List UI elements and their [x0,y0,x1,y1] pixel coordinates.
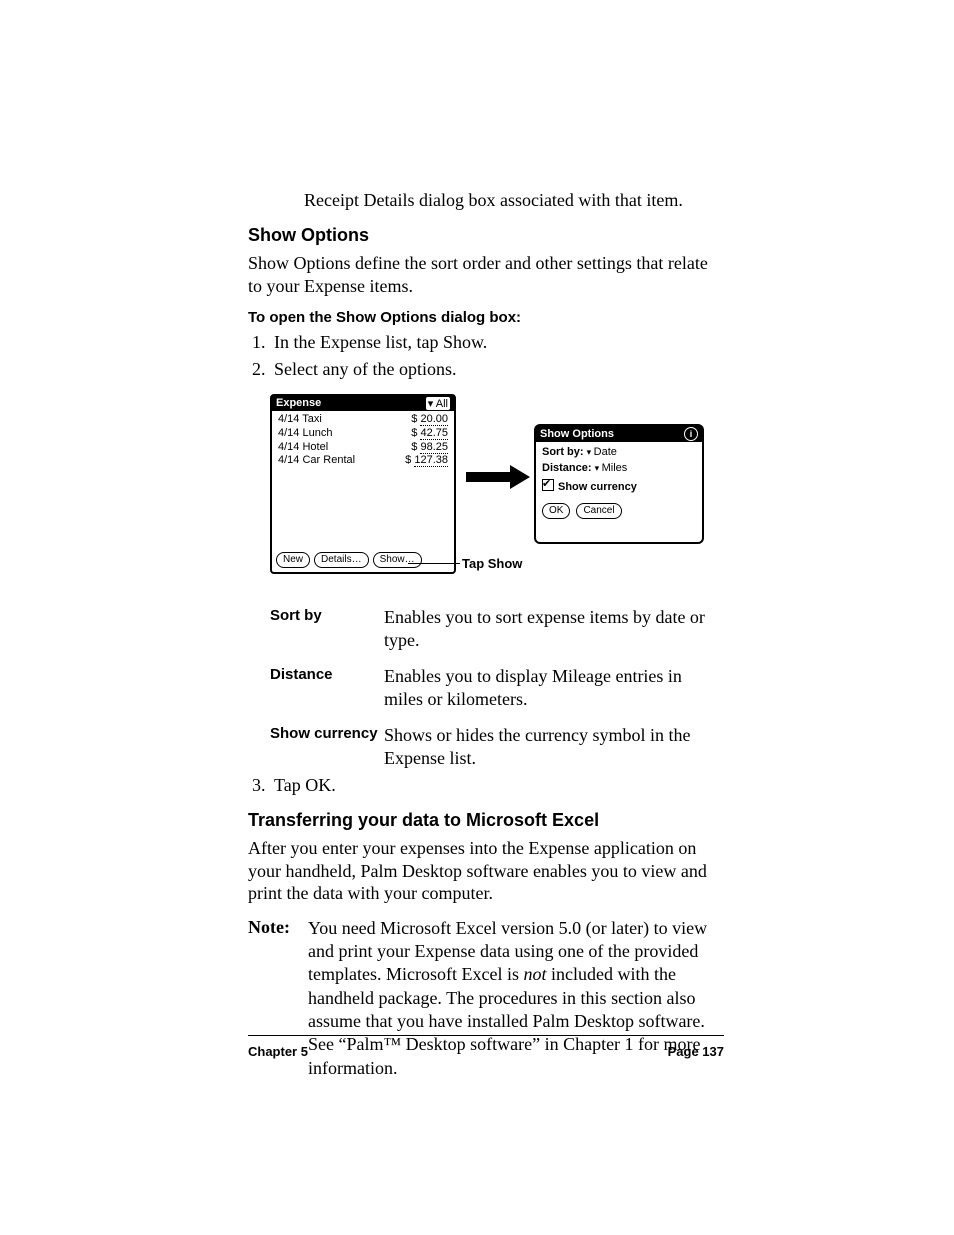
ok-button[interactable]: OK [542,503,570,519]
page-footer: Chapter 5 Page 137 [248,1044,724,1059]
info-icon[interactable]: i [684,427,698,441]
distance-dropdown[interactable]: Miles [595,462,628,474]
def-term-sortby: Sort by [270,606,384,651]
def-desc-showcurrency: Shows or hides the currency symbol in th… [384,724,724,769]
heading-transfer-excel: Transferring your data to Microsoft Exce… [248,810,724,831]
def-term-showcurrency: Show currency [270,724,384,769]
figure-screenshots: Expense ▾ All 4/14 Taxi$ 20.00 4/14 Lunc… [270,394,724,580]
expense-list: 4/14 Taxi$ 20.00 4/14 Lunch$ 42.75 4/14 … [272,411,454,470]
footer-rule [248,1035,724,1037]
step-2: Select any of the options. [270,359,724,380]
def-desc-distance: Enables you to display Mileage entries i… [384,665,724,710]
document-page: Receipt Details dialog box associated wi… [0,0,954,1235]
show-options-description: Show Options define the sort order and o… [248,252,724,297]
howto-heading: To open the Show Options dialog box: [248,309,724,326]
expense-title: Expense [276,397,321,410]
show-currency-checkbox[interactable] [542,479,554,491]
def-term-distance: Distance [270,665,384,710]
expense-category[interactable]: ▾ All [426,397,450,410]
new-button[interactable]: New [276,552,310,568]
transfer-excel-body: After you enter your expenses into the E… [248,837,724,905]
expense-titlebar: Expense ▾ All [272,396,454,411]
list-item[interactable]: 4/14 Hotel$ 98.25 [278,441,448,455]
list-item[interactable]: 4/14 Car Rental$ 127.38 [278,454,448,468]
intro-text: Receipt Details dialog box associated wi… [304,190,724,211]
steps-list-cont: Tap OK. [248,775,724,796]
cancel-button[interactable]: Cancel [576,503,621,519]
show-button[interactable]: Show… [373,552,422,568]
options-title: Show Options [540,428,614,440]
heading-show-options: Show Options [248,225,724,246]
footer-chapter: Chapter 5 [248,1044,308,1059]
list-item[interactable]: 4/14 Taxi$ 20.00 [278,413,448,427]
footer-page: Page 137 [668,1044,724,1059]
def-desc-sortby: Enables you to sort expense items by dat… [384,606,724,651]
step-1: In the Expense list, tap Show. [270,332,724,353]
step-3: Tap OK. [270,775,724,796]
arrow-icon [466,468,530,486]
sortby-dropdown[interactable]: Date [587,446,617,458]
details-button[interactable]: Details… [314,552,369,568]
list-item[interactable]: 4/14 Lunch$ 42.75 [278,427,448,441]
tap-show-callout: Tap Show [462,556,522,571]
steps-list: In the Expense list, tap Show. Select an… [248,332,724,380]
options-definitions: Sort by Enables you to sort expense item… [270,606,724,769]
show-options-dialog: Show Options i Sort by: Date Distance: M… [534,424,704,544]
expense-screen: Expense ▾ All 4/14 Taxi$ 20.00 4/14 Lunc… [270,394,456,574]
options-titlebar: Show Options i [536,426,702,442]
